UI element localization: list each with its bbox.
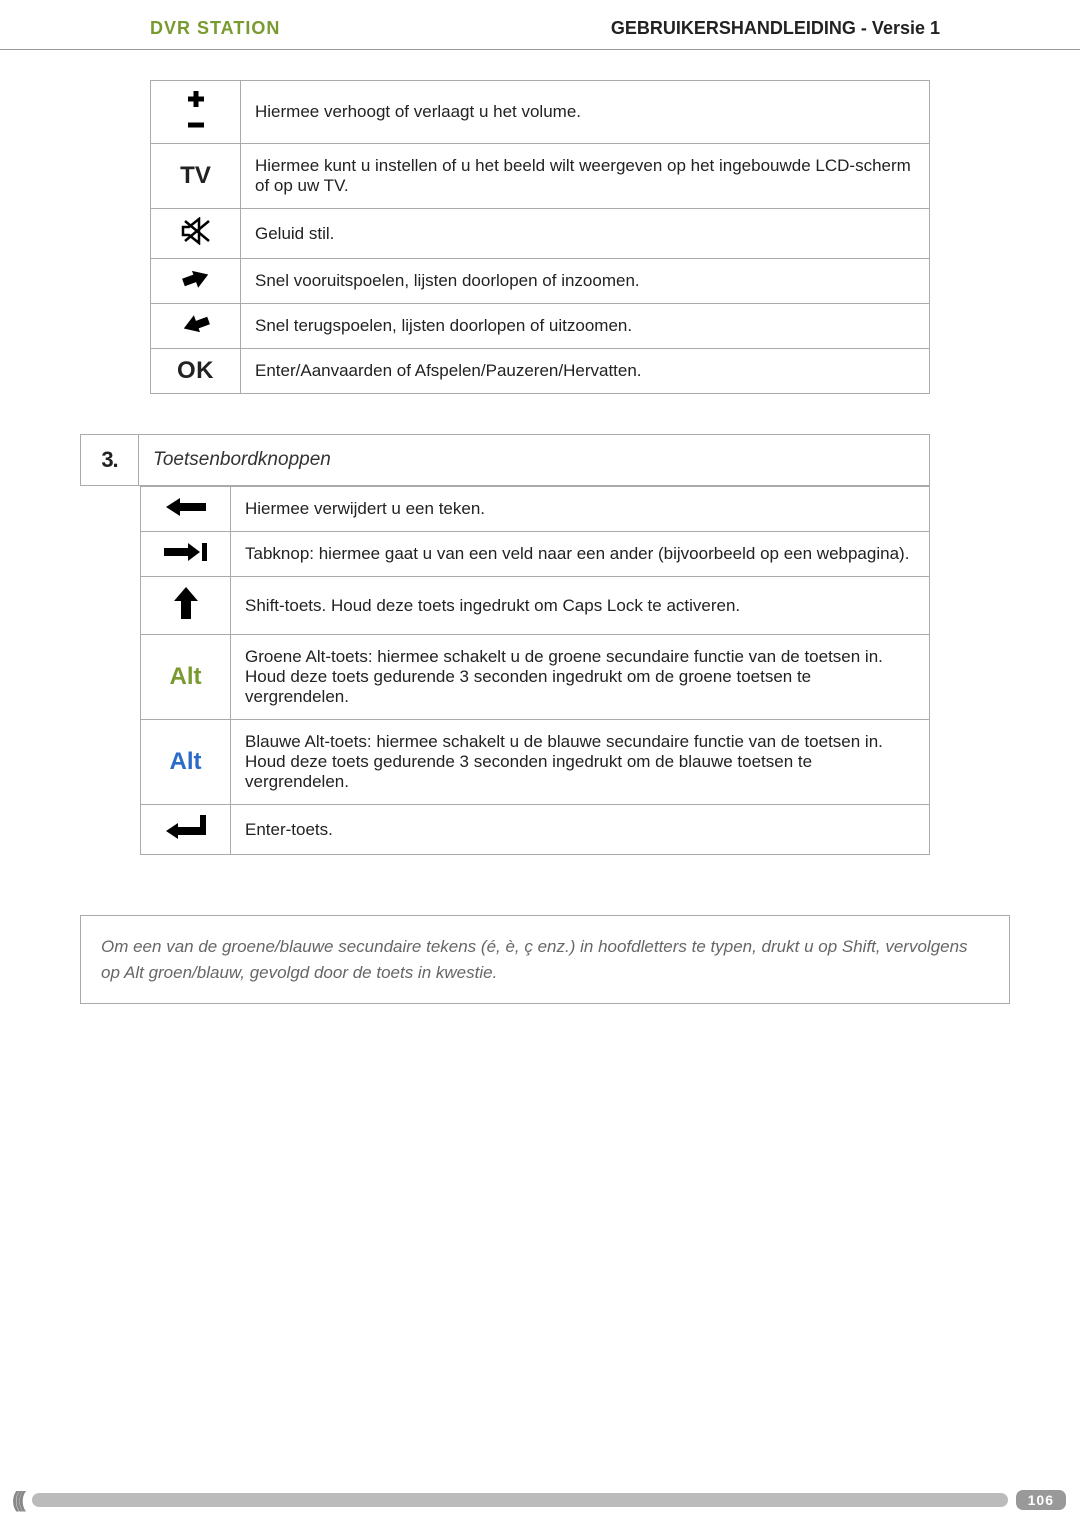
table-row: Snel vooruitspoelen, lijsten doorlopen o… <box>151 259 930 304</box>
alt-blue-icon: Alt <box>170 748 202 775</box>
table-row: TV Hiermee kunt u instellen of u het bee… <box>151 144 930 209</box>
key-desc: Hiermee verwijdert u een teken. <box>231 487 930 532</box>
key-desc: Shift-toets. Houd deze toets ingedrukt o… <box>231 577 930 635</box>
key-desc: Blauwe Alt-toets: hiermee schakelt u de … <box>231 720 930 805</box>
shift-icon <box>174 604 198 623</box>
button-desc: Snel vooruitspoelen, lijsten doorlopen o… <box>241 259 930 304</box>
page-number: 106 <box>1016 1490 1066 1510</box>
table-row: OK Enter/Aanvaarden of Afspelen/Pauzeren… <box>151 349 930 394</box>
rewind-icon <box>181 320 211 339</box>
button-desc: Hiermee verhoogt of verlaagt u het volum… <box>241 81 930 144</box>
backspace-icon <box>166 501 206 520</box>
alt-green-icon: Alt <box>170 663 202 690</box>
footer-bar <box>32 1493 1008 1507</box>
section-header: 3. Toetsenbordknoppen <box>80 434 930 486</box>
button-desc: Enter/Aanvaarden of Afspelen/Pauzeren/He… <box>241 349 930 394</box>
page-header: DVR STATION GEBRUIKERSHANDLEIDING - Vers… <box>0 0 1080 50</box>
table-row: Enter-toets. <box>141 805 930 855</box>
table-row: Snel terugspoelen, lijsten doorlopen of … <box>151 304 930 349</box>
manual-version: GEBRUIKERSHANDLEIDING - Versie 1 <box>611 18 940 39</box>
table-row: Alt Blauwe Alt-toets: hiermee schakelt u… <box>141 720 930 805</box>
table-row: Geluid stil. <box>151 209 930 259</box>
key-desc: Groene Alt-toets: hiermee schakelt u de … <box>231 635 930 720</box>
table-row: Shift-toets. Houd deze toets ingedrukt o… <box>141 577 930 635</box>
mute-icon <box>179 230 213 249</box>
table-row: Tabknop: hiermee gaat u van een veld naa… <box>141 532 930 577</box>
page-footer: ((( 106 <box>0 1488 1080 1512</box>
key-desc: Enter-toets. <box>231 805 930 855</box>
button-desc: Snel terugspoelen, lijsten doorlopen of … <box>241 304 930 349</box>
key-desc: Tabknop: hiermee gaat u van een veld naa… <box>231 532 930 577</box>
enter-icon <box>166 824 206 843</box>
keyboard-keys-table: Hiermee verwijdert u een teken. Tabknop:… <box>140 486 930 855</box>
section-number: 3. <box>81 435 139 486</box>
page-content: Hiermee verhoogt of verlaagt u het volum… <box>0 80 1080 1004</box>
table-row: Hiermee verhoogt of verlaagt u het volum… <box>151 81 930 144</box>
footer-decor-icon: ((( <box>0 1487 22 1513</box>
fast-forward-icon <box>181 275 211 294</box>
product-title: DVR STATION <box>150 18 280 39</box>
button-desc: Geluid stil. <box>241 209 930 259</box>
remote-buttons-table: Hiermee verhoogt of verlaagt u het volum… <box>150 80 930 394</box>
table-row: Hiermee verwijdert u een teken. <box>141 487 930 532</box>
tv-icon: TV <box>180 162 211 189</box>
tab-icon <box>164 546 208 565</box>
section-title: Toetsenbordknoppen <box>139 435 930 486</box>
plus-minus-icon <box>151 89 240 135</box>
ok-icon: OK <box>177 357 214 384</box>
note-box: Om een van de groene/blauwe secundaire t… <box>80 915 1010 1004</box>
table-row: Alt Groene Alt-toets: hiermee schakelt u… <box>141 635 930 720</box>
button-desc: Hiermee kunt u instellen of u het beeld … <box>241 144 930 209</box>
